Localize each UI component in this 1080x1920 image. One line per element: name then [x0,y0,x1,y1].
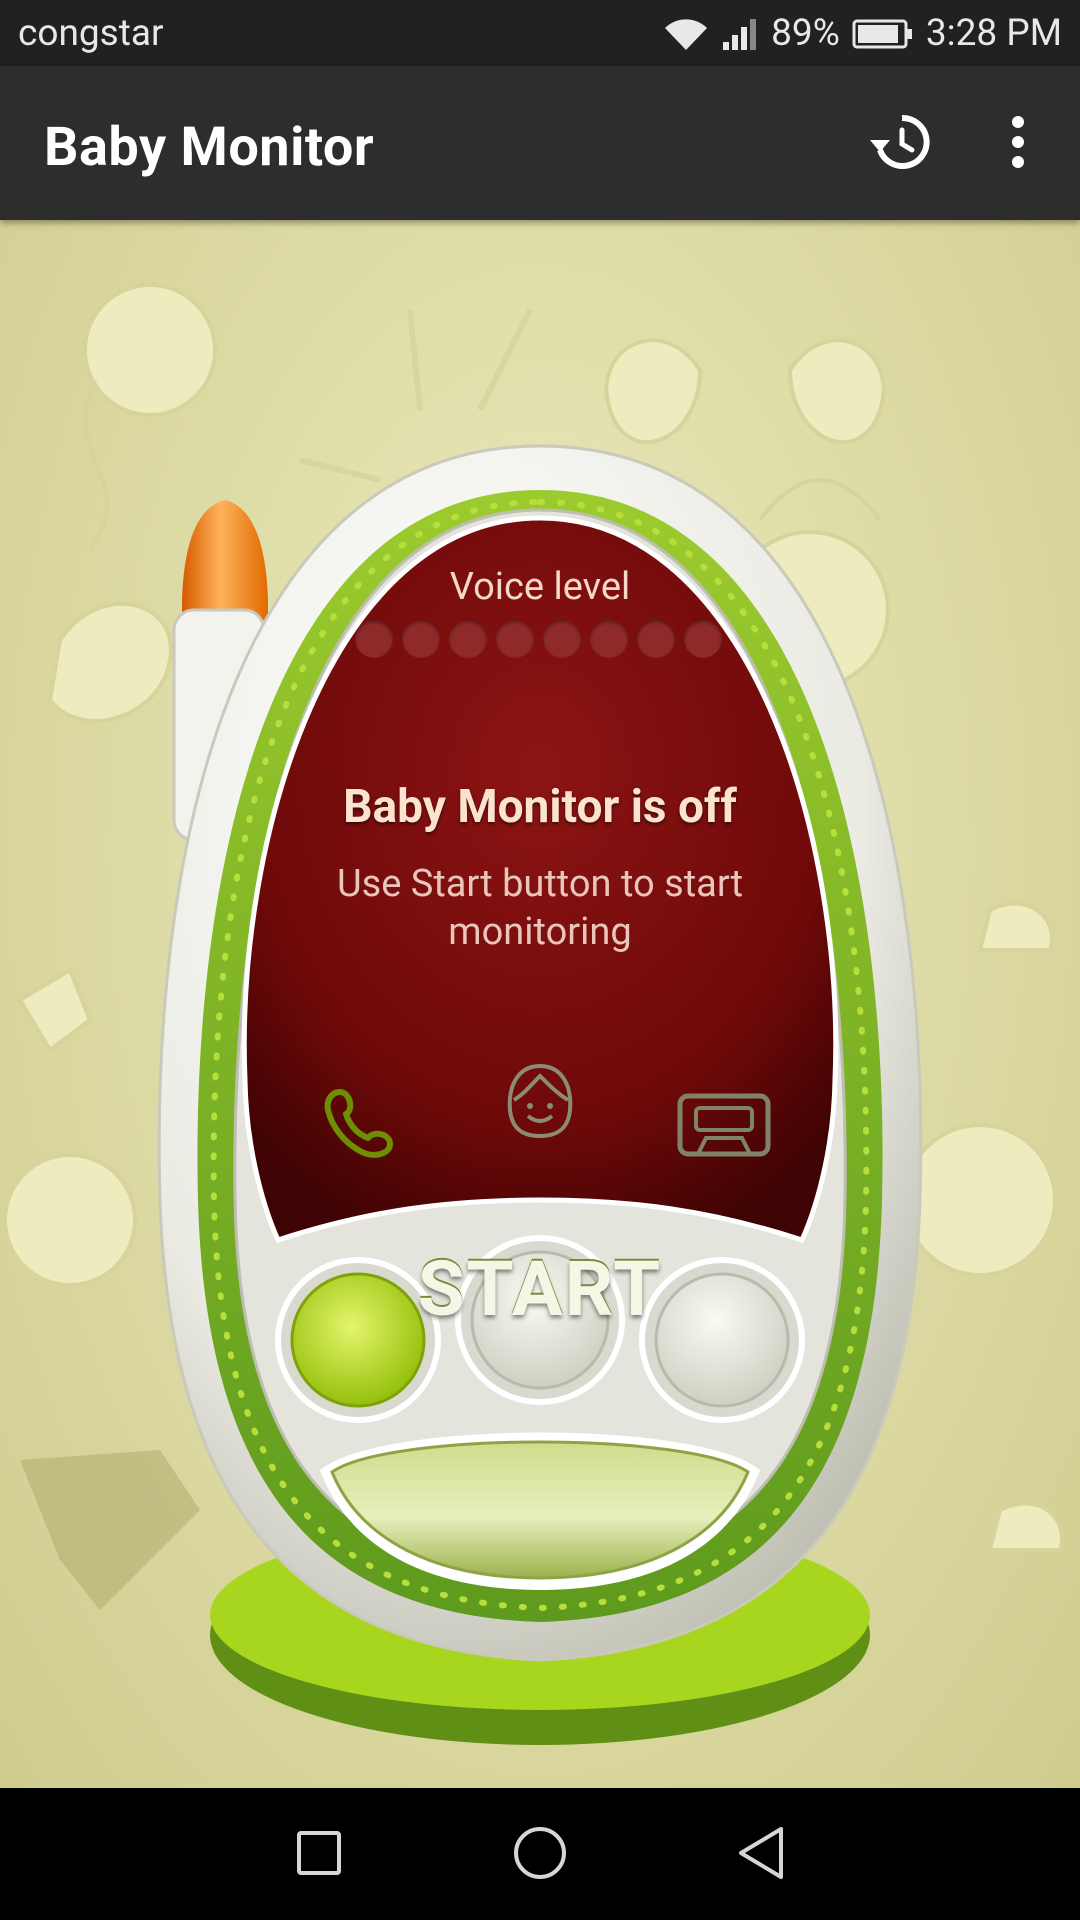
voice-level-dot [496,620,534,658]
back-button[interactable] [726,1820,796,1890]
overflow-menu-icon [1008,114,1028,174]
clock: 3:28 PM [925,12,1062,55]
overflow-menu-button[interactable] [980,106,1056,182]
voice-level-meter [355,620,722,658]
navigation-bar [0,1788,1080,1920]
recordings-button[interactable] [642,1060,802,1220]
app-title: Baby Monitor [44,116,375,179]
monitor-status-subtitle-line: Use Start button to start [336,862,744,906]
start-button-label: START [417,1244,663,1334]
voice-level-dot [543,620,581,658]
voice-level-dot [637,620,675,658]
carrier-name: congstar [18,12,164,55]
recent-apps-button[interactable] [284,1820,354,1890]
history-button[interactable] [862,106,938,182]
home-icon [512,1825,568,1885]
wifi-icon [663,16,709,52]
battery-icon [852,18,914,50]
app-bar: Baby Monitor [0,66,1080,220]
parent-profile-button[interactable] [458,1038,622,1202]
voice-level-dot [402,620,440,658]
recent-apps-icon [295,1829,343,1881]
history-icon [868,110,932,178]
monitor-status-title: Baby Monitor is off [343,780,737,834]
main-area [0,220,1080,1788]
status-bar: congstar 89% 3:28 PM [0,0,1080,66]
call-button[interactable] [278,1060,438,1220]
voice-level-label: Voice level [449,565,631,609]
monitor-status-subtitle-line: monitoring [448,910,632,954]
voice-level-dot [355,620,393,658]
home-button[interactable] [505,1820,575,1890]
monitor-status-subtitle: Use Start button to start monitoring [0,860,1080,956]
voice-level-dot [684,620,722,658]
voice-level-dot [449,620,487,658]
battery-percent: 89% [771,12,840,55]
back-icon [735,1825,787,1885]
voice-level-dot [590,620,628,658]
signal-icon [721,16,759,52]
